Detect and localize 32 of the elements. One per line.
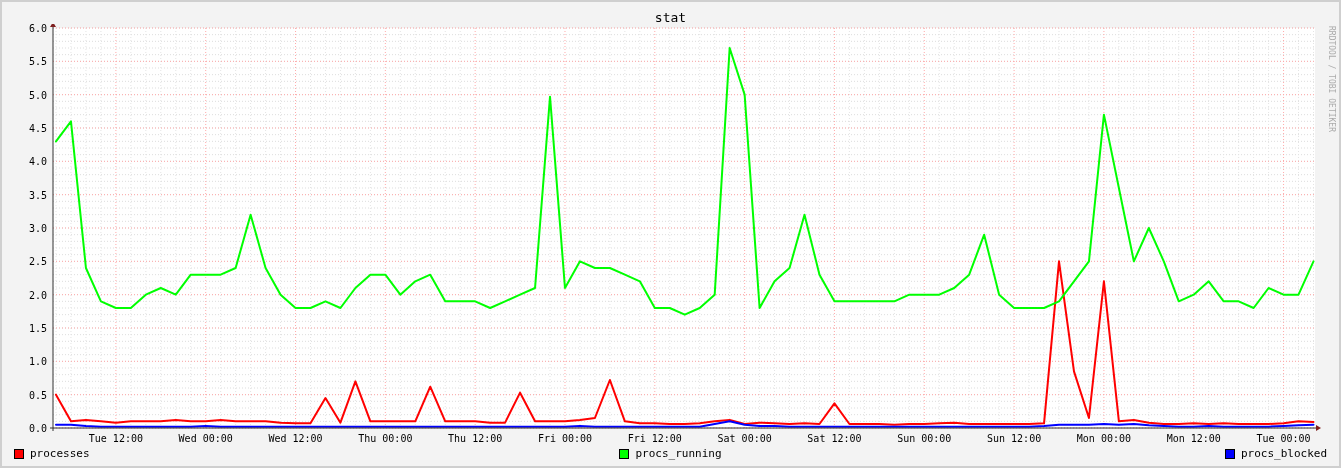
- y-tick-label: 5.0: [28, 89, 47, 101]
- chart-title: stat: [654, 11, 687, 24]
- x-tick-label: Thu 00:00: [358, 433, 413, 444]
- x-tick-label: Tue 00:00: [1256, 433, 1311, 444]
- y-tick-label: 0.0: [28, 423, 47, 434]
- x-tick-label: Sat 12:00: [807, 433, 862, 444]
- y-tick-label: 4.0: [28, 156, 47, 168]
- x-tick-label: Wed 00:00: [178, 433, 233, 444]
- legend-label: procs_blocked: [1240, 446, 1327, 462]
- y-tick-label: 4.5: [28, 123, 47, 134]
- x-tick-label: Mon 00:00: [1076, 433, 1131, 444]
- y-tick-label: 5.5: [28, 56, 47, 68]
- y-tick-label: 2.0: [28, 289, 47, 301]
- x-tick-label: Thu 12:00: [448, 433, 503, 444]
- credit-text: RRDTOOL / TOBI OETIKER: [1327, 26, 1335, 134]
- y-tick-label: 6.0: [28, 24, 47, 34]
- y-tick-label: 1.5: [28, 323, 47, 334]
- y-tick-label: 0.5: [28, 389, 47, 401]
- y-tick-label: 3.5: [28, 189, 47, 201]
- legend-label: procs_running: [635, 446, 722, 462]
- y-tick-label: 1.0: [28, 356, 47, 368]
- x-tick-label: Wed 12:00: [268, 433, 323, 444]
- x-tick-label: Mon 12:00: [1166, 433, 1221, 444]
- legend-label: processes: [30, 446, 90, 462]
- y-tick-label: 2.5: [28, 256, 47, 268]
- y-tick-label: 3.0: [28, 223, 47, 234]
- x-tick-label: Sun 00:00: [897, 433, 952, 444]
- x-tick-label: Fri 12:00: [627, 433, 682, 444]
- x-tick-label: Sat 00:00: [717, 433, 772, 444]
- x-tick-label: Tue 12:00: [88, 433, 143, 444]
- x-tick-label: Fri 00:00: [537, 433, 593, 444]
- x-tick-label: Sun 12:00: [987, 433, 1042, 444]
